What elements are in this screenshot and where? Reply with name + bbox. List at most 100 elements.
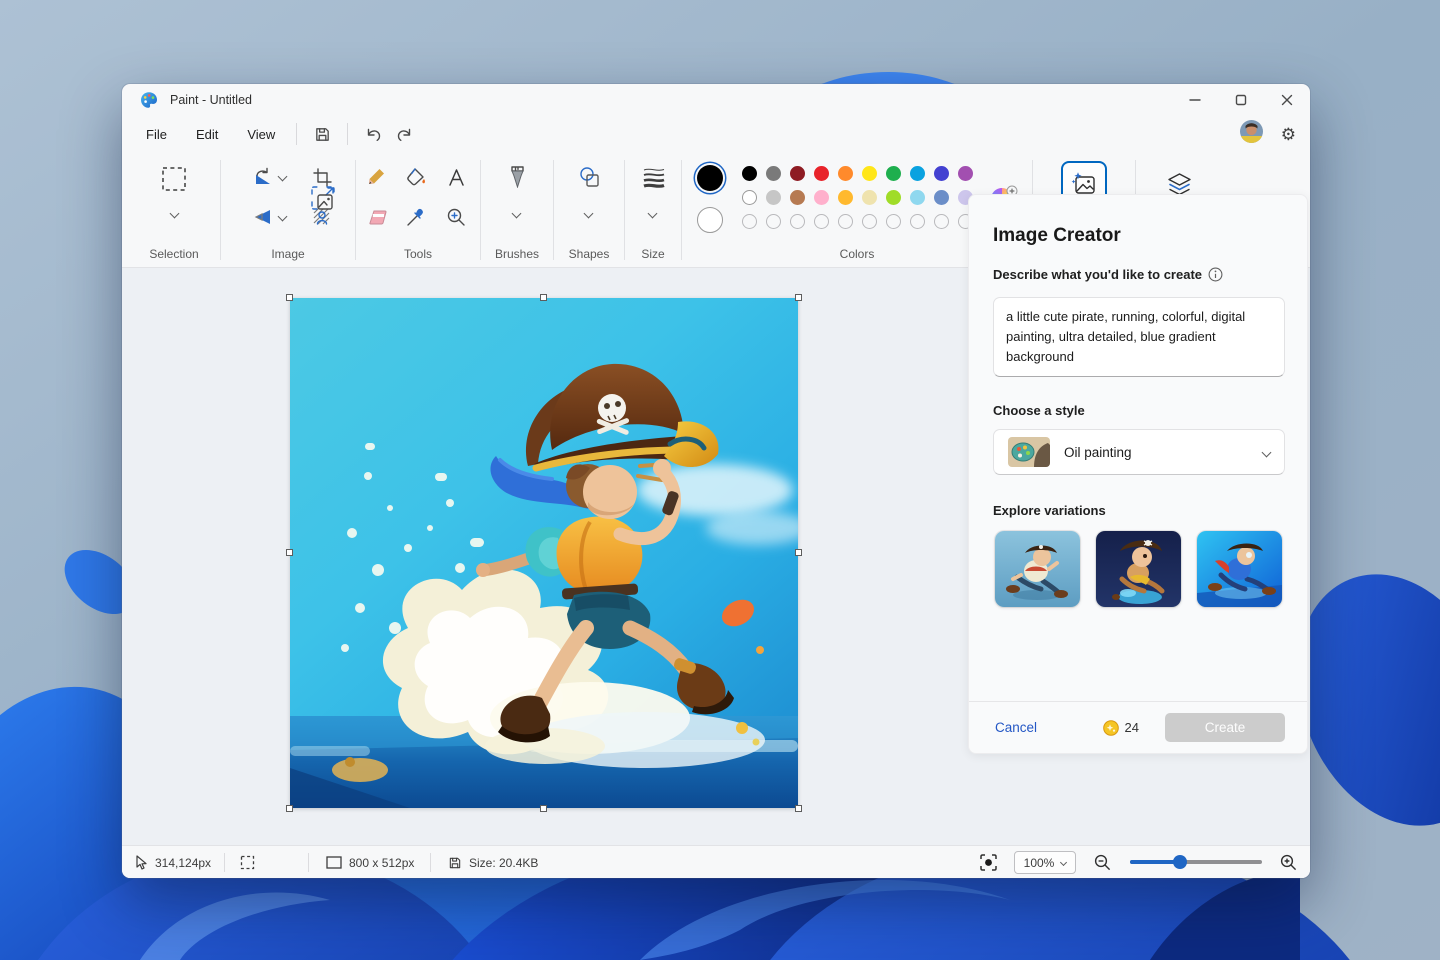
color-swatch[interactable] <box>742 166 757 181</box>
maximize-button[interactable] <box>1218 84 1264 116</box>
zoom-level-dropdown[interactable]: 100% <box>1014 851 1076 874</box>
settings-gear-icon[interactable]: ⚙ <box>1281 126 1296 143</box>
color-swatch[interactable] <box>814 166 829 181</box>
color-swatch[interactable] <box>766 166 781 181</box>
divider <box>347 123 348 145</box>
color-swatch[interactable] <box>958 166 973 181</box>
zoom-out-button[interactable] <box>1094 846 1111 878</box>
color-swatch[interactable] <box>790 214 805 229</box>
info-icon[interactable] <box>1208 267 1223 282</box>
shapes-tool[interactable] <box>577 165 601 189</box>
file-size-text: Size: 20.4KB <box>469 856 538 870</box>
selection-dropdown-chevron[interactable] <box>170 209 180 219</box>
account-avatar[interactable] <box>1240 120 1263 148</box>
color-swatch[interactable] <box>886 166 901 181</box>
color-swatch[interactable] <box>790 166 805 181</box>
save-button[interactable] <box>306 120 338 148</box>
color-swatch[interactable] <box>862 166 877 181</box>
zoom-slider-thumb[interactable] <box>1173 855 1187 869</box>
menubar: File Edit View <box>122 116 1310 152</box>
minimize-button[interactable] <box>1172 84 1218 116</box>
selection-handle[interactable] <box>540 294 547 301</box>
menu-file[interactable]: File <box>134 122 179 147</box>
zoom-dropdown-chevron <box>1060 859 1067 866</box>
variation-thumbnail-1[interactable] <box>995 531 1080 607</box>
group-label: Tools <box>356 247 480 261</box>
resize-image-tool[interactable] <box>309 184 337 212</box>
color-swatch[interactable] <box>862 190 877 205</box>
color-swatch[interactable] <box>766 190 781 205</box>
redo-button[interactable] <box>389 120 421 148</box>
zoom-in-button[interactable] <box>1280 846 1297 878</box>
color-swatch[interactable] <box>862 214 877 229</box>
brushes-dropdown-chevron[interactable] <box>512 209 522 219</box>
coin-icon <box>1103 720 1119 736</box>
fit-to-screen-button[interactable] <box>980 846 997 878</box>
divider <box>430 853 431 872</box>
group-tools: Tools <box>356 152 480 268</box>
undo-button[interactable] <box>357 120 389 148</box>
color-swatch[interactable] <box>934 190 949 205</box>
create-button[interactable]: Create <box>1165 713 1285 742</box>
selection-handle[interactable] <box>286 549 293 556</box>
color-swatch[interactable] <box>742 214 757 229</box>
size-dropdown-chevron[interactable] <box>648 209 658 219</box>
color-swatch[interactable] <box>886 190 901 205</box>
selection-tool[interactable] <box>159 164 189 194</box>
style-dropdown[interactable]: Oil painting <box>993 429 1285 475</box>
foreground-color-swatch[interactable] <box>697 165 723 191</box>
color-palette-row2 <box>742 190 973 205</box>
color-swatch[interactable] <box>814 214 829 229</box>
shapes-dropdown-chevron[interactable] <box>584 209 594 219</box>
variations-label: Explore variations <box>993 503 1106 518</box>
color-swatch[interactable] <box>766 214 781 229</box>
cursor-position: 314,124px <box>135 846 211 878</box>
color-swatch[interactable] <box>910 190 925 205</box>
size-tool[interactable] <box>641 165 667 189</box>
selection-handle[interactable] <box>540 805 547 812</box>
prompt-input[interactable]: a little cute pirate, running, colorful,… <box>993 297 1285 377</box>
canvas-image-pirate[interactable] <box>290 298 798 808</box>
cancel-button[interactable]: Cancel <box>995 720 1037 735</box>
color-swatch[interactable] <box>790 190 805 205</box>
color-swatch[interactable] <box>934 166 949 181</box>
flip-tool[interactable] <box>252 206 274 228</box>
color-swatch[interactable] <box>838 190 853 205</box>
eraser-tool[interactable] <box>364 205 388 229</box>
color-swatch[interactable] <box>838 166 853 181</box>
zoom-slider[interactable] <box>1130 860 1262 864</box>
color-swatch[interactable] <box>910 214 925 229</box>
fill-tool[interactable] <box>404 165 428 189</box>
variation-thumbnail-3[interactable] <box>1197 531 1282 607</box>
canvas-size-text: 800 x 512px <box>349 856 414 870</box>
selection-handle[interactable] <box>286 805 293 812</box>
selection-handle[interactable] <box>286 294 293 301</box>
color-picker-tool[interactable] <box>404 205 428 229</box>
color-swatch[interactable] <box>838 214 853 229</box>
credits-count: 24 <box>1125 720 1139 735</box>
selection-handle[interactable] <box>795 294 802 301</box>
image-creator-panel: Image Creator Describe what you'd like t… <box>968 194 1308 754</box>
magnifier-tool[interactable] <box>444 205 468 229</box>
color-swatch[interactable] <box>742 190 757 205</box>
text-tool[interactable] <box>444 165 468 189</box>
pencil-tool[interactable] <box>364 165 388 189</box>
style-label: Choose a style <box>993 403 1085 418</box>
color-swatch[interactable] <box>814 190 829 205</box>
rotate-tool[interactable] <box>252 166 274 188</box>
color-swatch[interactable] <box>934 214 949 229</box>
brushes-tool[interactable] <box>505 165 529 189</box>
color-swatch[interactable] <box>910 166 925 181</box>
group-image: Image <box>221 152 355 268</box>
close-button[interactable] <box>1264 84 1310 116</box>
color-swatch[interactable] <box>886 214 901 229</box>
variation-thumbnail-2[interactable] <box>1096 531 1181 607</box>
selection-handle[interactable] <box>795 805 802 812</box>
statusbar: 314,124px 800 x 512px Size: 20.4KB <box>122 845 1310 878</box>
menu-edit[interactable]: Edit <box>184 122 230 147</box>
selection-handle[interactable] <box>795 549 802 556</box>
menu-view[interactable]: View <box>235 122 287 147</box>
flip-dropdown-chevron[interactable] <box>278 212 288 222</box>
rotate-dropdown-chevron[interactable] <box>278 172 288 182</box>
background-color-swatch[interactable] <box>697 207 723 233</box>
